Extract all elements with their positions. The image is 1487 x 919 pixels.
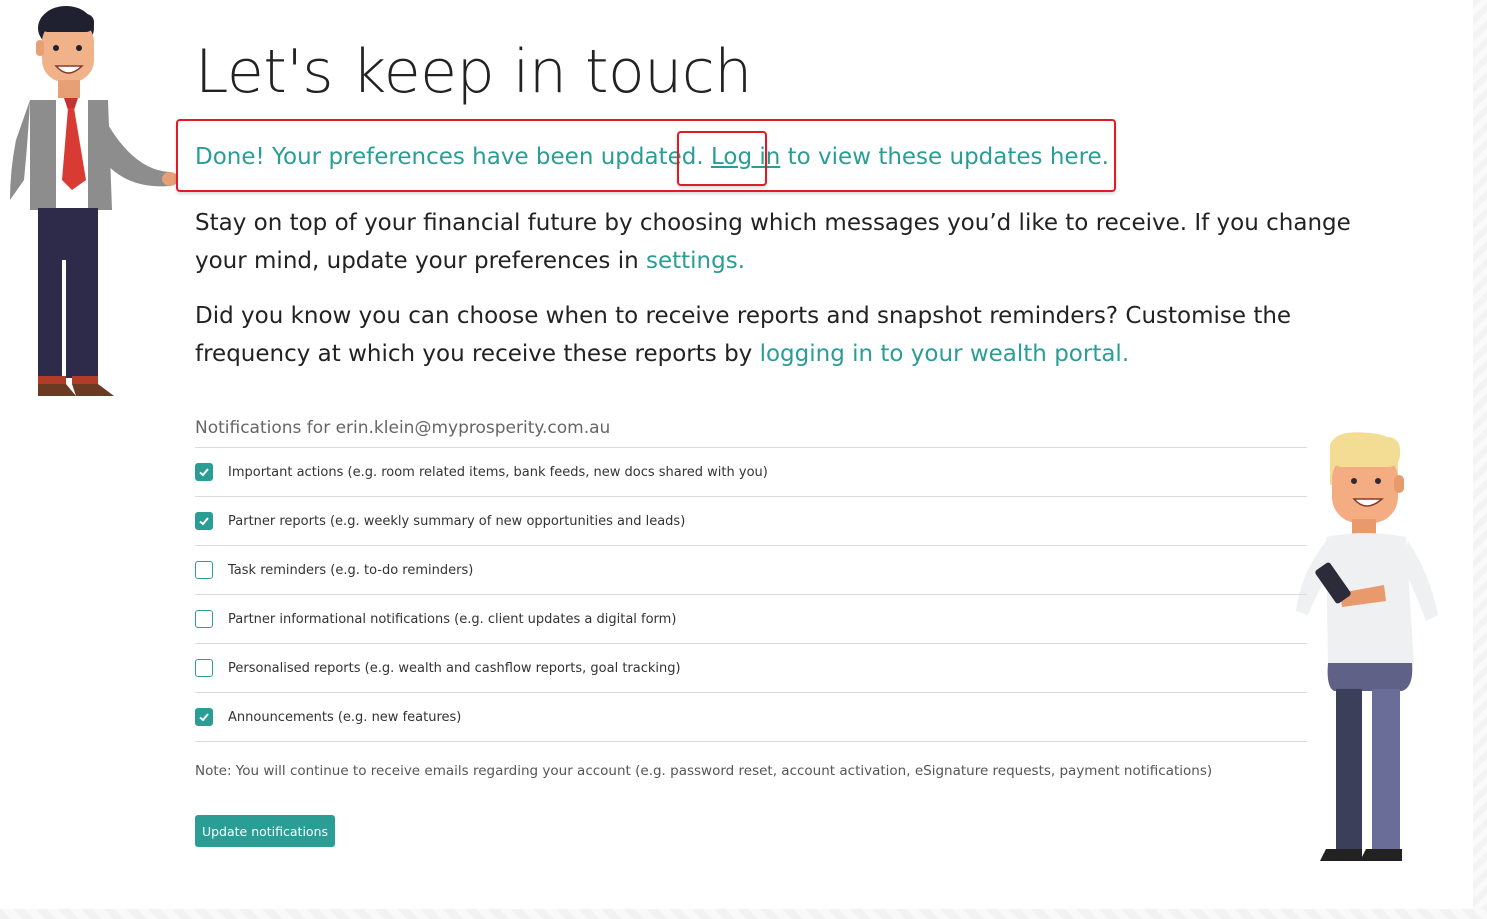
- businessman-illustration: [10, 6, 178, 396]
- check-icon: [199, 468, 209, 477]
- list-item: Personalised reports (e.g. wealth and ca…: [195, 644, 1307, 693]
- account-emails-note: Note: You will continue to receive email…: [195, 763, 1213, 779]
- list-item: Announcements (e.g. new features): [195, 693, 1307, 742]
- check-icon: [199, 517, 209, 526]
- page-title: Let's keep in touch: [195, 37, 752, 107]
- notification-checkbox-task-reminders[interactable]: [195, 561, 213, 579]
- notification-label: Important actions (e.g. room related ite…: [228, 464, 768, 480]
- background-pattern-bottom: [0, 909, 1487, 919]
- wealth-portal-link[interactable]: logging in to your wealth portal.: [760, 341, 1130, 367]
- notification-checkbox-important-actions[interactable]: [195, 463, 213, 481]
- notification-checkbox-partner-informational[interactable]: [195, 610, 213, 628]
- settings-link[interactable]: settings.: [646, 248, 745, 274]
- notification-label: Partner reports (e.g. weekly summary of …: [228, 513, 686, 529]
- update-notifications-button[interactable]: Update notifications: [195, 815, 335, 847]
- notifications-list: Important actions (e.g. room related ite…: [195, 447, 1307, 742]
- notification-label: Announcements (e.g. new features): [228, 709, 462, 725]
- list-item: Partner reports (e.g. weekly summary of …: [195, 497, 1307, 546]
- man-with-phone-illustration: [1296, 432, 1438, 861]
- list-item: Partner informational notifications (e.g…: [195, 595, 1307, 644]
- notification-label: Task reminders (e.g. to-do reminders): [228, 562, 474, 578]
- background-pattern-right: [1473, 0, 1487, 919]
- notification-label: Personalised reports (e.g. wealth and ca…: [228, 660, 681, 676]
- notifications-heading: Notifications for erin.klein@myprosperit…: [195, 418, 611, 438]
- notification-checkbox-announcements[interactable]: [195, 708, 213, 726]
- notification-label: Partner informational notifications (e.g…: [228, 611, 677, 627]
- check-icon: [199, 713, 209, 722]
- notification-checkbox-personalised-reports[interactable]: [195, 659, 213, 677]
- login-link-highlight-box: [677, 131, 767, 186]
- success-highlight-box: [176, 119, 1116, 192]
- list-item: Task reminders (e.g. to-do reminders): [195, 546, 1307, 595]
- intro-text-1: Stay on top of your financial future by …: [195, 210, 1351, 274]
- list-item: Important actions (e.g. room related ite…: [195, 448, 1307, 497]
- notification-checkbox-partner-reports[interactable]: [195, 512, 213, 530]
- intro-paragraph-reports: Did you know you can choose when to rece…: [195, 297, 1375, 373]
- intro-paragraph-settings: Stay on top of your financial future by …: [195, 204, 1375, 280]
